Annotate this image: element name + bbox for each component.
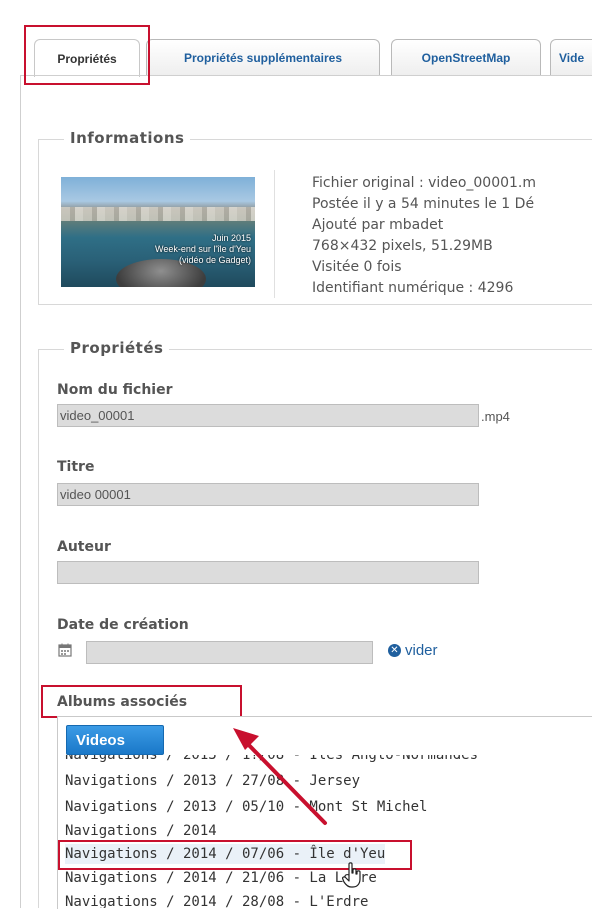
hand-cursor-icon bbox=[342, 862, 361, 888]
informations-fieldset-bottom bbox=[38, 304, 592, 305]
author-input[interactable] bbox=[57, 561, 479, 584]
info-original-file: Fichier original : video_00001.m bbox=[312, 175, 537, 191]
album-option[interactable]: Navigations / 2014 / 21/06 - La Loire bbox=[65, 868, 377, 888]
highlight-albums-label bbox=[41, 685, 242, 718]
thumbnail-caption-line-1: Juin 2015 bbox=[211, 233, 251, 243]
info-added-by: Ajouté par mbadet bbox=[312, 217, 444, 233]
properties-legend: Propriétés bbox=[64, 339, 170, 357]
filename-label: Nom du fichier bbox=[57, 382, 173, 398]
author-label: Auteur bbox=[57, 539, 111, 555]
creation-date-label: Date de création bbox=[57, 617, 189, 633]
info-dimensions: 768×432 pixels, 51.29MB bbox=[312, 238, 493, 254]
informations-legend: Informations bbox=[64, 129, 191, 147]
thumbnail-buildings bbox=[61, 207, 255, 221]
title-input[interactable] bbox=[57, 483, 479, 506]
thumbnail-caption-line-3: (vidéo de Gadget) bbox=[178, 255, 251, 265]
informations-fieldset-left bbox=[38, 139, 39, 304]
thumbnail-caption: Juin 2015 Week-end sur l'île d'Yeu (vidé… bbox=[131, 233, 251, 266]
info-visits: Visitée 0 fois bbox=[312, 259, 402, 275]
album-option[interactable]: Navigations / 2014 / 28/08 - L'Erdre bbox=[65, 892, 368, 908]
thumbnail-caption-line-2: Week-end sur l'île d'Yeu bbox=[155, 244, 251, 254]
info-posted: Postée il y a 54 minutes le 1 Dé bbox=[312, 196, 535, 212]
clear-circle-x-icon: ✕ bbox=[388, 644, 401, 657]
panel-border bbox=[20, 75, 21, 908]
tab-openstreetmap[interactable]: OpenStreetMap bbox=[391, 39, 541, 76]
info-id: Identifiant numérique : 4296 bbox=[312, 280, 514, 296]
clear-date-label: vider bbox=[405, 642, 438, 659]
tab-extra-properties[interactable]: Propriétés supplémentaires bbox=[146, 39, 380, 76]
thumbnail-separator bbox=[274, 170, 275, 298]
highlight-tab-properties bbox=[24, 25, 150, 85]
tab-video[interactable]: Vide bbox=[550, 39, 592, 76]
calendar-icon[interactable] bbox=[58, 642, 72, 657]
filename-input[interactable] bbox=[57, 404, 479, 427]
album-chip-videos[interactable]: Videos bbox=[66, 725, 164, 755]
properties-fieldset-left bbox=[38, 349, 39, 908]
annotation-arrow bbox=[233, 728, 327, 825]
album-option[interactable]: Navigations / 2014 bbox=[65, 821, 217, 841]
title-label: Titre bbox=[57, 459, 95, 475]
video-thumbnail[interactable]: Juin 2015 Week-end sur l'île d'Yeu (vidé… bbox=[61, 177, 255, 287]
clear-date-button[interactable]: ✕ vider bbox=[388, 642, 438, 659]
creation-date-input[interactable] bbox=[86, 641, 373, 664]
filename-extension: .mp4 bbox=[481, 409, 510, 424]
